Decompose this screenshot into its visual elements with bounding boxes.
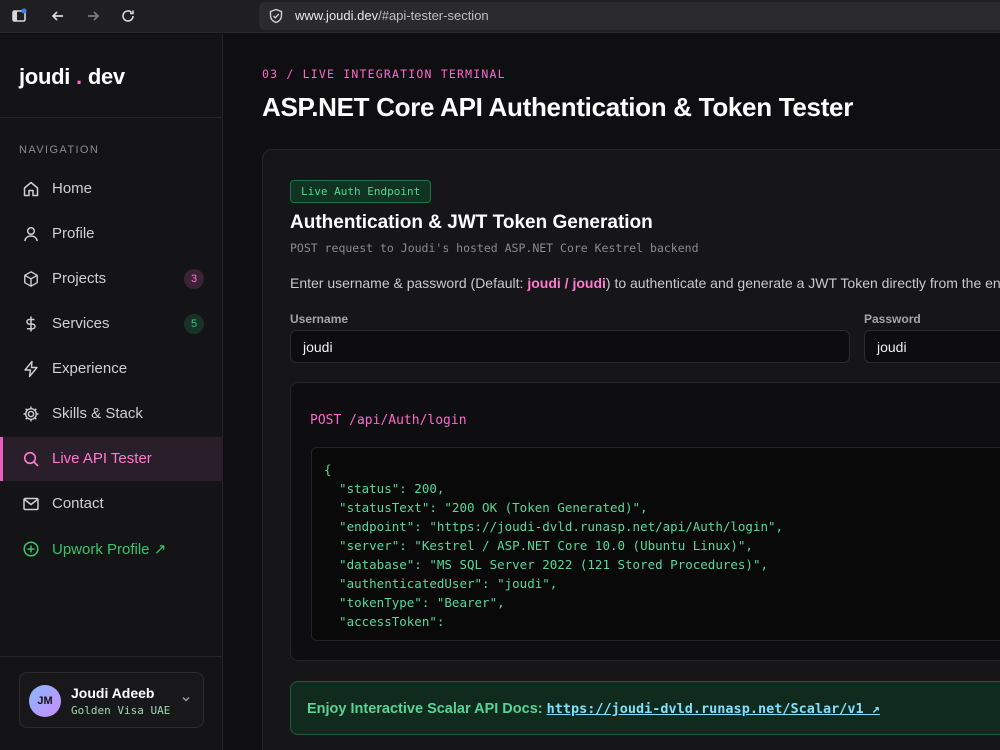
divider (0, 656, 223, 657)
logo-text-left: joudi (19, 64, 71, 89)
nav-caption: NAVIGATION (19, 144, 100, 156)
docs-prefix: Enjoy Interactive Scalar API Docs: (307, 701, 547, 717)
sidebar-item-live-api-tester[interactable]: Live API Tester (0, 437, 223, 481)
mail-icon (22, 495, 40, 513)
logo-dot: . (76, 64, 82, 89)
status-badge: Live Auth Endpoint (290, 180, 432, 203)
sidebar-item-profile[interactable]: Profile (0, 212, 223, 256)
sidebar-item-projects[interactable]: Projects 3 (0, 257, 223, 301)
sidebar-item-label: Live API Tester (52, 450, 152, 467)
username-label: Username (290, 312, 349, 326)
json-line: "endpoint": "https://joudi-dvld.runasp.n… (324, 519, 784, 534)
instruction-suffix: ) to authenticate and generate a JWT Tok… (605, 275, 1000, 291)
section-title: Authentication & JWT Token Generation (290, 212, 653, 233)
profile-subtitle: Golden Visa UAE (71, 704, 171, 717)
browser-toolbar: www.joudi.dev/#api-tester-section (0, 0, 1000, 33)
json-line: "status": 200, (324, 481, 445, 496)
projects-count-badge: 3 (184, 269, 204, 289)
avatar: JM (29, 685, 61, 717)
sidebar-item-skills[interactable]: Skills & Stack (0, 392, 223, 436)
plus-circle-icon (22, 540, 40, 558)
json-line: "database": "MS SQL Server 2022 (121 Sto… (324, 557, 769, 572)
section-eyebrow: 03 / LIVE INTEGRATION TERMINAL (262, 67, 506, 81)
json-line: "server": "Kestrel / ASP.NET Core 10.0 (… (324, 538, 753, 553)
sidebar-item-label: Skills & Stack (52, 405, 143, 422)
url-text[interactable]: www.joudi.dev/#api-tester-section (295, 8, 489, 23)
back-icon[interactable] (47, 5, 69, 27)
api-tester-panel: Live Auth Endpoint Authentication & JWT … (262, 149, 1000, 750)
sidebar: joudi. dev NAVIGATION Home Profile Projec… (0, 34, 223, 750)
cube-icon (22, 270, 40, 288)
sidebar-item-contact[interactable]: Contact (0, 482, 223, 526)
scalar-docs-banner: Enjoy Interactive Scalar API Docs: https… (290, 681, 1000, 735)
password-label: Password (864, 312, 921, 326)
forward-icon[interactable] (82, 5, 104, 27)
address-bar[interactable]: www.joudi.dev/#api-tester-section (259, 2, 1000, 30)
json-line: "statusText": "200 OK (Token Generated)"… (324, 500, 648, 515)
sidebar-item-label: Home (52, 180, 93, 197)
search-icon (22, 450, 40, 468)
username-input[interactable]: joudi (290, 330, 850, 363)
profile-name: Joudi Adeeb (71, 685, 155, 701)
main-content: 03 / LIVE INTEGRATION TERMINAL ASP.NET C… (224, 34, 1000, 750)
divider (0, 117, 223, 118)
section-subtitle: POST request to Joudi's hosted ASP.NET C… (290, 241, 699, 255)
json-response[interactable]: { "status": 200, "statusText": "200 OK (… (311, 447, 1000, 641)
default-credentials: joudi / joudi (527, 275, 606, 291)
json-line: "authenticatedUser": "joudi", (324, 576, 558, 591)
json-line: "tokenType": "Bearer", (324, 595, 505, 610)
endpoint-label: POST /api/Auth/login (310, 413, 467, 428)
sidebar-item-experience[interactable]: Experience (0, 347, 223, 391)
response-console: POST /api/Auth/login { "status": 200, "s… (290, 382, 1000, 661)
gear-icon (22, 405, 40, 423)
sidebar-item-label: Projects (52, 270, 107, 287)
chevron-down-icon[interactable] (180, 693, 192, 708)
home-icon (22, 180, 40, 198)
dollar-icon (22, 315, 40, 333)
logo[interactable]: joudi. dev (19, 64, 125, 90)
sidebar-item-label: Upwork Profile ↗ (52, 541, 167, 558)
json-line: "accessToken": (324, 614, 445, 629)
docs-text: Enjoy Interactive Scalar API Docs: https… (307, 701, 880, 717)
password-input[interactable]: joudi (864, 330, 1000, 363)
shield-icon (268, 8, 284, 29)
instruction-prefix: Enter username & password (Default: (290, 275, 528, 291)
instruction-text: Enter username & password (Default: joud… (290, 275, 1000, 291)
sidebar-item-home[interactable]: Home (0, 167, 223, 211)
logo-text-right: dev (87, 64, 125, 89)
url-path: /#api-tester-section (378, 8, 489, 23)
user-icon (22, 225, 40, 243)
url-domain: www.joudi.dev (295, 8, 379, 23)
services-count-badge: 5 (184, 314, 204, 334)
sidebar-item-services[interactable]: Services 5 (0, 302, 223, 346)
sidebar-toggle-icon[interactable] (8, 5, 30, 27)
reload-icon[interactable] (117, 5, 139, 27)
page-title: ASP.NET Core API Authentication & Token … (262, 92, 854, 122)
json-line: { (324, 462, 332, 477)
sidebar-item-label: Services (52, 315, 110, 332)
sidebar-item-label: Profile (52, 225, 95, 242)
user-profile-card[interactable]: JM Joudi Adeeb Golden Visa UAE (19, 672, 204, 728)
scalar-docs-link[interactable]: https://joudi-dvld.runasp.net/Scalar/v1 … (547, 701, 880, 717)
lightning-icon (22, 360, 40, 378)
sidebar-item-label: Contact (52, 495, 104, 512)
sidebar-item-upwork[interactable]: Upwork Profile ↗ (0, 527, 223, 571)
sidebar-item-label: Experience (52, 360, 128, 377)
